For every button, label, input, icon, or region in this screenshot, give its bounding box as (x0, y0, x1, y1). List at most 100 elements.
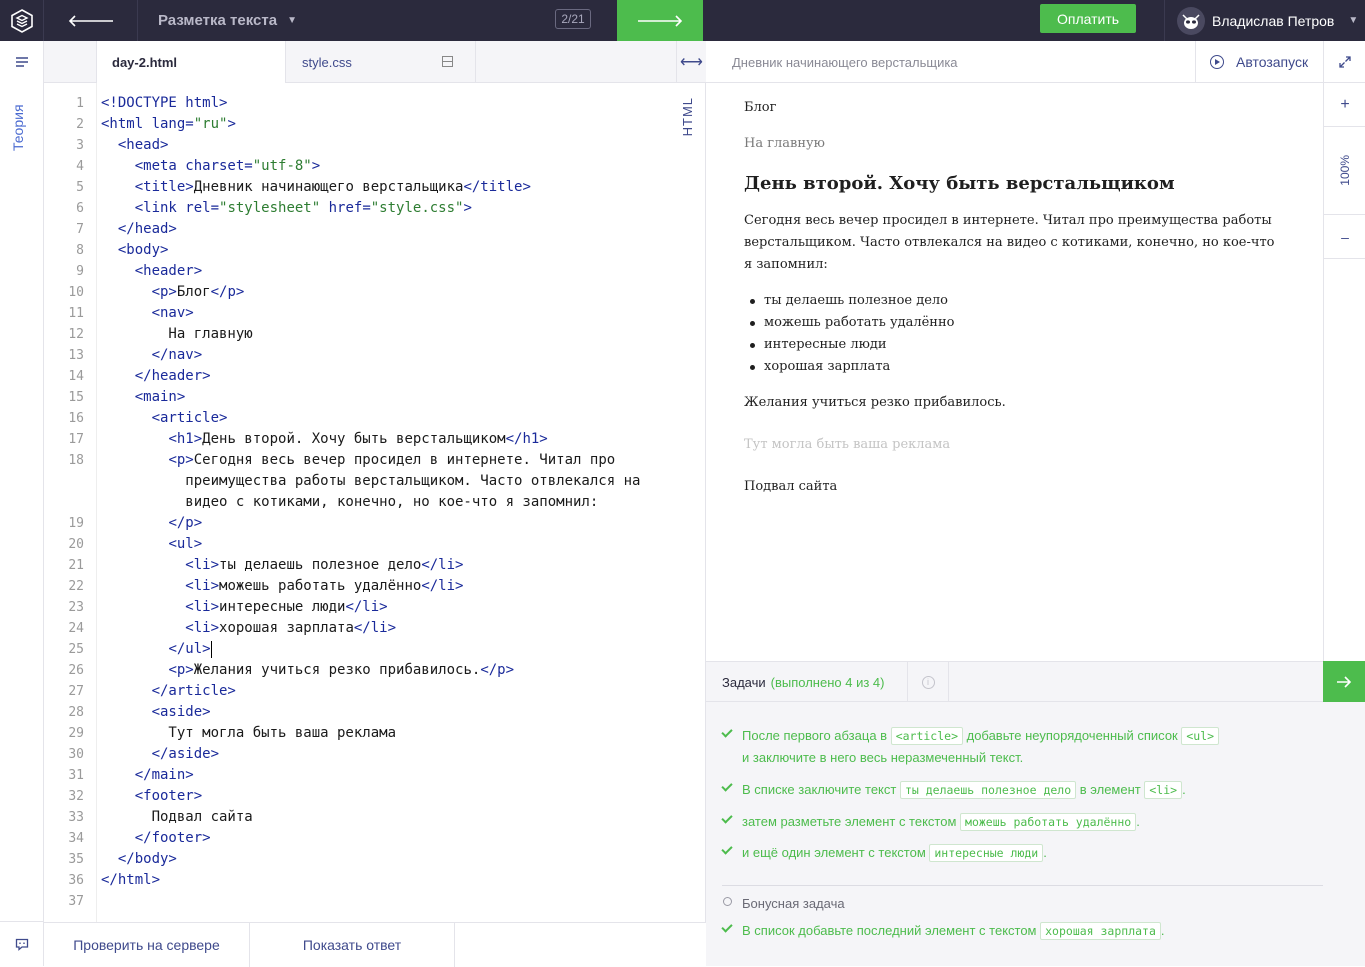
code-line[interactable]: 13 </nav> (44, 345, 705, 366)
code-line[interactable]: 6 <link rel="stylesheet" href="style.css… (44, 198, 705, 219)
line-number: 35 (68, 852, 84, 867)
code-text: <title>Дневник начинающего верстальщика<… (134, 179, 531, 195)
tasks-label: Задачи (722, 674, 766, 690)
chat-icon[interactable] (0, 921, 44, 966)
theory-tab[interactable]: Теория (10, 98, 34, 158)
preview-pane: Блог На главную День второй. Хочу быть в… (706, 83, 1323, 661)
list-item: ты делаешь полезное дело (724, 290, 954, 312)
code-line[interactable]: 32 <footer> (44, 786, 705, 807)
task-text: В списке заключите текст ты делаешь поле… (742, 781, 1186, 799)
code-line[interactable]: 16 <article> (44, 408, 705, 429)
line-number: 29 (68, 726, 84, 741)
code-line[interactable]: 12 На главную (44, 324, 705, 345)
arrow-right-icon (1337, 676, 1352, 688)
chevron-down-icon: ▼ (287, 15, 297, 26)
code-line[interactable]: 36 </html> (44, 870, 705, 891)
task-item: и ещё один элемент с текстом интересные … (721, 842, 1332, 864)
tab-day-2-html[interactable]: day-2.html (97, 41, 286, 83)
logo-icon[interactable] (0, 0, 44, 41)
resize-horizontal-icon[interactable]: ⟷ (676, 41, 706, 83)
code-line[interactable]: видео с котиками, конечно, но кое-что я … (44, 492, 705, 513)
line-number: 20 (68, 537, 84, 552)
code-text: <body> (117, 242, 169, 258)
code-line[interactable]: 19 </p> (44, 513, 705, 534)
code-line[interactable]: 10 <p>Блог</p> (44, 282, 705, 303)
show-answer-button[interactable]: Показать ответ (250, 923, 455, 967)
code-line[interactable]: 26 <p>Желания учиться резко прибавилось.… (44, 660, 705, 681)
code-line[interactable]: 21 <li>ты делаешь полезное дело</li> (44, 555, 705, 576)
code-line[interactable]: 27 </article> (44, 681, 705, 702)
zoom-in-button[interactable]: + (1324, 83, 1365, 127)
code-line[interactable]: 3 <head> (44, 135, 705, 156)
task-item: В список добавьте последний элемент с те… (721, 920, 1332, 942)
line-number: 22 (68, 579, 84, 594)
info-icon: i (921, 675, 935, 689)
zoom-out-button[interactable]: – (1324, 215, 1365, 259)
code-line[interactable]: 28 <aside> (44, 702, 705, 723)
next-task-button[interactable] (1323, 661, 1365, 703)
code-text: <li>ты делаешь полезное дело</li> (185, 557, 464, 573)
course-title: Разметка текста (158, 12, 278, 29)
code-line[interactable]: 25 </ul> (44, 639, 705, 660)
mode-label: HTML (680, 97, 695, 137)
code-line[interactable]: преимущества работы верстальщиком. Часто… (44, 471, 705, 492)
line-number: 8 (76, 243, 84, 258)
line-number: 34 (68, 831, 84, 846)
course-selector[interactable]: Разметка текста ▼ (138, 0, 297, 41)
code-line[interactable]: 33 Подвал сайта (44, 807, 705, 828)
user-menu[interactable]: Владислав Петров ▼ (1164, 0, 1365, 41)
line-number: 17 (68, 432, 84, 447)
code-text: </footer> (134, 830, 211, 846)
line-number: 31 (68, 768, 84, 783)
info-button[interactable]: i (908, 662, 949, 702)
line-number: 5 (76, 180, 84, 195)
expand-icon[interactable] (1324, 41, 1365, 83)
list-item: хорошая зарплата (724, 356, 954, 378)
code-line[interactable]: 35 </body> (44, 849, 705, 870)
task-item: После первого абзаца в <article> добавьт… (721, 725, 1332, 769)
code-line[interactable]: 15 <main> (44, 387, 705, 408)
split-view-icon[interactable] (442, 56, 453, 67)
code-text: <p>Сегодня весь вечер просидел в интерне… (168, 452, 616, 468)
code-line[interactable]: 18 <p>Сегодня весь вечер просидел в инте… (44, 450, 705, 471)
code-line[interactable]: 17 <h1>День второй. Хочу быть верстальщи… (44, 429, 705, 450)
line-number: 7 (76, 222, 84, 237)
tab-style-css[interactable]: style.css (286, 41, 476, 83)
code-line[interactable]: 8 <body> (44, 240, 705, 261)
code-line[interactable]: 14 </header> (44, 366, 705, 387)
code-text: <h1>День второй. Хочу быть верстальщиком… (168, 431, 548, 447)
code-text: </aside> (151, 746, 220, 762)
code-line[interactable]: 5 <title>Дневник начинающего верстальщик… (44, 177, 705, 198)
code-line[interactable]: 24 <li>хорошая зарплата</li> (44, 618, 705, 639)
code-text: Подвал сайта (101, 809, 253, 825)
check-on-server-button[interactable]: Проверить на сервере (44, 923, 250, 967)
code-line[interactable]: 30 </aside> (44, 744, 705, 765)
tasks-tab[interactable]: Задачи (выполнено 4 из 4) (706, 662, 908, 702)
code-lines[interactable]: 1 <!DOCTYPE html> 2 <html lang="ru"> 3 <head… (44, 93, 705, 912)
code-line[interactable]: 29 Тут могла быть ваша реклама (44, 723, 705, 744)
code-line[interactable]: 22 <li>можешь работать удалённо</li> (44, 576, 705, 597)
code-text: </nav> (151, 347, 203, 363)
code-line[interactable]: 4 <meta charset="utf-8"> (44, 156, 705, 177)
code-line[interactable]: 20 <ul> (44, 534, 705, 555)
code-line[interactable]: 2 <html lang="ru"> (44, 114, 705, 135)
list-item: интересные люди (724, 334, 954, 356)
code-line[interactable]: 1 <!DOCTYPE html> (44, 93, 705, 114)
pay-button[interactable]: Оплатить (1040, 4, 1136, 33)
code-text: </article> (151, 683, 236, 699)
line-number: 36 (68, 873, 84, 888)
previous-button[interactable] (44, 0, 138, 41)
code-line[interactable]: 11 <nav> (44, 303, 705, 324)
code-line[interactable]: 23 <li>интересные люди</li> (44, 597, 705, 618)
code-line[interactable]: 31 </main> (44, 765, 705, 786)
code-editor[interactable]: 1 <!DOCTYPE html> 2 <html lang="ru"> 3 <head… (44, 83, 706, 922)
code-line[interactable]: 9 <header> (44, 261, 705, 282)
autorun-button[interactable]: Автозапуск (1195, 41, 1323, 83)
code-line[interactable]: 37 (44, 891, 705, 912)
next-button[interactable] (617, 0, 703, 41)
task-text: и ещё один элемент с текстом интересные … (742, 844, 1047, 862)
preview-aside: Тут могла быть ваша реклама (744, 437, 951, 452)
code-line[interactable]: 7 </head> (44, 219, 705, 240)
menu-icon[interactable] (0, 41, 44, 83)
code-line[interactable]: 34 </footer> (44, 828, 705, 849)
